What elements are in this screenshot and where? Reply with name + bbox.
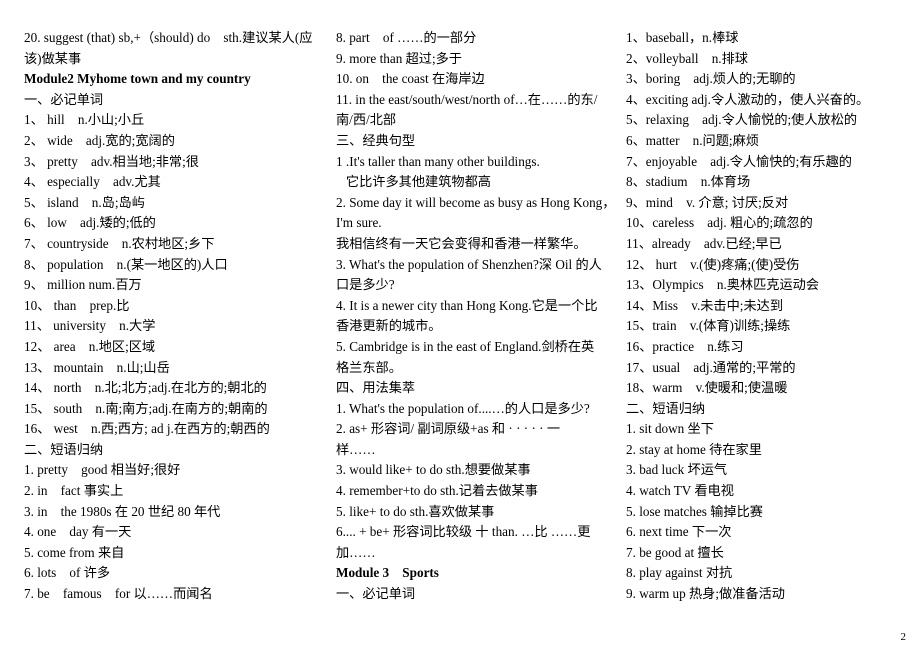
text-line: 一、必记单词 bbox=[24, 91, 104, 107]
document-page: 20. suggest (that) sb,+（should) do sth.建… bbox=[0, 0, 920, 651]
text-line: 6、matter n.问题;麻烦 bbox=[626, 132, 759, 148]
text-line: 2. in fact 事实上 bbox=[24, 483, 124, 499]
text-line: 5. Cambridge is in the east of England.剑… bbox=[336, 338, 595, 354]
text-line: 四、用法集萃 bbox=[336, 380, 416, 396]
text-line: 4. remember+to do sth.记着去做某事 bbox=[336, 483, 538, 499]
text-line: 2. stay at home 待在家里 bbox=[626, 441, 762, 457]
text-line: 5、relaxing adj.令人愉悦的;使人放松的 bbox=[626, 112, 858, 128]
text-line: 9、 million num.百万 bbox=[24, 277, 142, 293]
section-heading: Module 3 Sports bbox=[336, 565, 439, 581]
section-heading: Module2 Myhome town and my country bbox=[24, 71, 251, 87]
text-line: 3. What's the population of Shenzhen?深 O… bbox=[336, 256, 602, 272]
text-line: 1. pretty good 相当好;很好 bbox=[24, 462, 181, 478]
text-line: 3、boring adj.烦人的;无聊的 bbox=[626, 71, 796, 87]
text-line: 1、 hill n.小山;小丘 bbox=[24, 112, 145, 128]
column-right: 1、baseball，n.棒球 2、volleyball n.排球 3、boring… bbox=[626, 28, 908, 605]
text-line: 9、mind v. 介意; 讨厌;反对 bbox=[626, 194, 789, 210]
text-line: 三、经典句型 bbox=[336, 132, 416, 148]
text-line: 二、短语归纳 bbox=[626, 400, 706, 416]
text-line: 18、warm v.使暖和;使温暖 bbox=[626, 380, 788, 396]
text-line: 1. What's the population of....…的人口是多少? bbox=[336, 400, 590, 416]
text-line: 2、volleyball n.排球 bbox=[626, 50, 748, 66]
text-line: 7、enjoyable adj.令人愉快的;有乐趣的 bbox=[626, 153, 852, 169]
text-line: 13、 mountain n.山;山岳 bbox=[24, 359, 170, 375]
text-line: 3. in the 1980s 在 20 世纪 80 年代 bbox=[24, 503, 221, 519]
column-middle: 8. part of ……的一部分 9. more than 超过;多于 10. o… bbox=[336, 28, 626, 605]
text-line: 1、baseball，n.棒球 bbox=[626, 30, 739, 45]
text-line: 9. more than 超过;多于 bbox=[336, 50, 462, 66]
text-line: 1. sit down 坐下 bbox=[626, 421, 714, 437]
text-line: 10、 than prep.比 bbox=[24, 297, 130, 313]
text-line: 它比许多其他建筑物都高 bbox=[336, 174, 491, 190]
text-line: 样…… bbox=[336, 441, 376, 457]
text-line: 该)做某事 bbox=[24, 50, 82, 66]
text-line: 5. come from 来自 bbox=[24, 544, 125, 560]
text-line: 1 .It's taller than many other buildings… bbox=[336, 153, 540, 169]
text-line: 11、already adv.已经;早已 bbox=[626, 235, 782, 251]
text-line: 10、careless adj. 粗心的;疏忽的 bbox=[626, 215, 813, 231]
text-line: 9. warm up 热身;做准备活动 bbox=[626, 586, 785, 602]
text-line: 6、 low adj.矮的;低的 bbox=[24, 215, 156, 231]
text-line: 南/西/北部 bbox=[336, 112, 397, 128]
text-line: 5、 island n.岛;岛屿 bbox=[24, 194, 145, 210]
text-line: 香港更新的城市。 bbox=[336, 318, 442, 334]
text-line: 10. on the coast 在海岸边 bbox=[336, 71, 485, 87]
text-line: 二、短语归纳 bbox=[24, 441, 104, 457]
text-line: 7. be good at 擅长 bbox=[626, 544, 724, 560]
text-line: 15、 south n.南;南方;adj.在南方的;朝南的 bbox=[24, 400, 268, 416]
text-line: 17、usual adj.通常的;平常的 bbox=[626, 359, 796, 375]
text-line: 11、 university n.大学 bbox=[24, 318, 156, 334]
text-line: I'm sure. bbox=[336, 215, 382, 231]
text-line: 7. be famous for 以……而闻名 bbox=[24, 586, 213, 602]
text-line: 20. suggest (that) sb,+（should) do sth.建… bbox=[24, 30, 313, 45]
text-line: 格兰东部。 bbox=[336, 359, 402, 375]
text-line: 13、Olympics n.奥林匹克运动会 bbox=[626, 277, 820, 293]
text-line: 16、practice n.练习 bbox=[626, 338, 744, 354]
text-line: 4. watch TV 看电视 bbox=[626, 483, 734, 499]
text-line: 14、 north n.北;北方;adj.在北方的;朝北的 bbox=[24, 380, 267, 396]
text-line: 8. play against 对抗 bbox=[626, 565, 733, 581]
text-line: 一、必记单词 bbox=[336, 586, 416, 602]
text-line: 15、train v.(体育)训练;操练 bbox=[626, 318, 791, 334]
text-line: 3、 pretty adv.相当地;非常;很 bbox=[24, 153, 199, 169]
text-line: 2. as+ 形容词/ 副词原级+as 和 · · · · · 一 bbox=[336, 421, 561, 437]
text-line: 5. like+ to do sth.喜欢做某事 bbox=[336, 503, 495, 519]
text-line: 2. Some day it will become as busy as Ho… bbox=[336, 194, 616, 210]
text-line: 8. part of ……的一部分 bbox=[336, 30, 477, 45]
text-line: 5. lose matches 输掉比赛 bbox=[626, 503, 763, 519]
text-line: 加…… bbox=[336, 544, 376, 560]
text-line: 14、Miss v.未击中;未达到 bbox=[626, 297, 784, 313]
text-line: 6.... + be+ 形容词比较级 十 than. …比 ……更 bbox=[336, 524, 591, 540]
text-line: 4. It is a newer city than Hong Kong.它是一… bbox=[336, 297, 598, 313]
text-line: 我相信终有一天它会变得和香港一样繁华。 bbox=[336, 235, 587, 251]
text-line: 3. bad luck 坏运气 bbox=[626, 462, 728, 478]
text-line: 12、 hurt v.(使)疼痛;(使)受伤 bbox=[626, 256, 800, 272]
text-line: 3. would like+ to do sth.想要做某事 bbox=[336, 462, 531, 478]
text-line: 8、stadium n.体育场 bbox=[626, 174, 751, 190]
three-column-layout: 20. suggest (that) sb,+（should) do sth.建… bbox=[24, 28, 908, 605]
text-line: 6. next time 下一次 bbox=[626, 524, 732, 540]
text-line: 6. lots of 许多 bbox=[24, 565, 111, 581]
text-line: 7、 countryside n.农村地区;乡下 bbox=[24, 235, 215, 251]
page-number: 2 bbox=[900, 631, 907, 643]
text-line: 4. one day 有一天 bbox=[24, 524, 132, 540]
text-line: 2、 wide adj.宽的;宽阔的 bbox=[24, 132, 175, 148]
text-line: 4、exciting adj.令人激动的，使人兴奋的。 bbox=[626, 91, 870, 107]
text-line: 11. in the east/south/west/north of…在……的… bbox=[336, 91, 598, 107]
text-line: 12、 area n.地区;区域 bbox=[24, 338, 156, 354]
text-line: 4、 especially adv.尤其 bbox=[24, 174, 161, 190]
text-line: 口是多少? bbox=[336, 277, 395, 293]
text-line: 16、 west n.西;西方; ad j.在西方的;朝西的 bbox=[24, 421, 270, 437]
text-line: 8、 population n.(某一地区的)人口 bbox=[24, 256, 228, 272]
column-left: 20. suggest (that) sb,+（should) do sth.建… bbox=[24, 28, 336, 605]
